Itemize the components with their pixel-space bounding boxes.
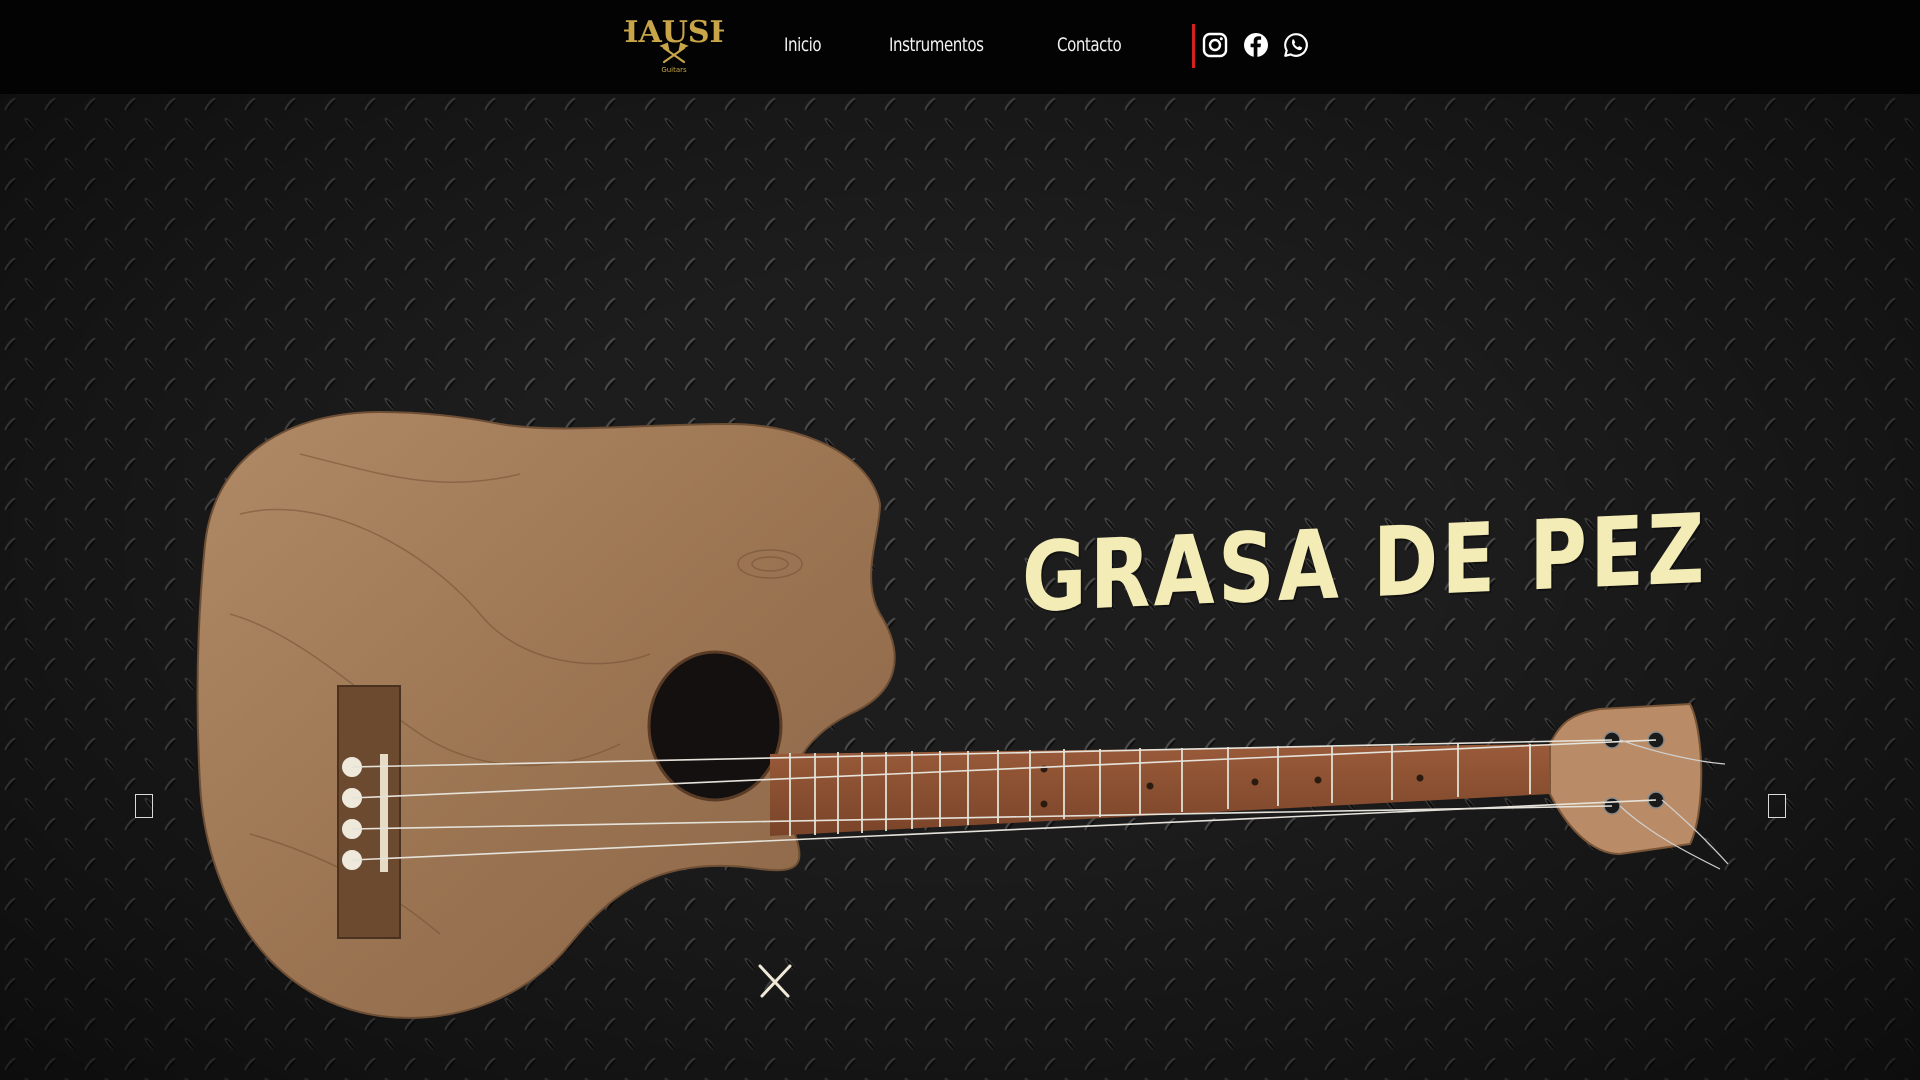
brand-tagline: Guitars [661, 66, 687, 74]
slider-prev-button[interactable] [135, 794, 153, 818]
slider-next-button[interactable] [1768, 794, 1786, 818]
nav-divider [1192, 24, 1195, 68]
nav-contacto[interactable]: Contacto [1057, 34, 1122, 56]
nav-instrumentos[interactable]: Instrumentos [889, 34, 984, 56]
facebook-icon[interactable] [1242, 31, 1270, 59]
site-header: HAUSH Guitars Inicio Instrumentos Contac… [0, 0, 1920, 94]
whatsapp-icon[interactable] [1282, 31, 1310, 59]
brand-logo[interactable]: HAUSH Guitars [610, 10, 738, 76]
nav-inicio[interactable]: Inicio [784, 34, 822, 56]
brand-name: HAUSH [624, 15, 724, 50]
crossed-axes-icon [758, 964, 792, 998]
hero-slider: GRASA DE PEZ [0, 94, 1920, 1080]
instagram-icon[interactable] [1201, 31, 1229, 59]
